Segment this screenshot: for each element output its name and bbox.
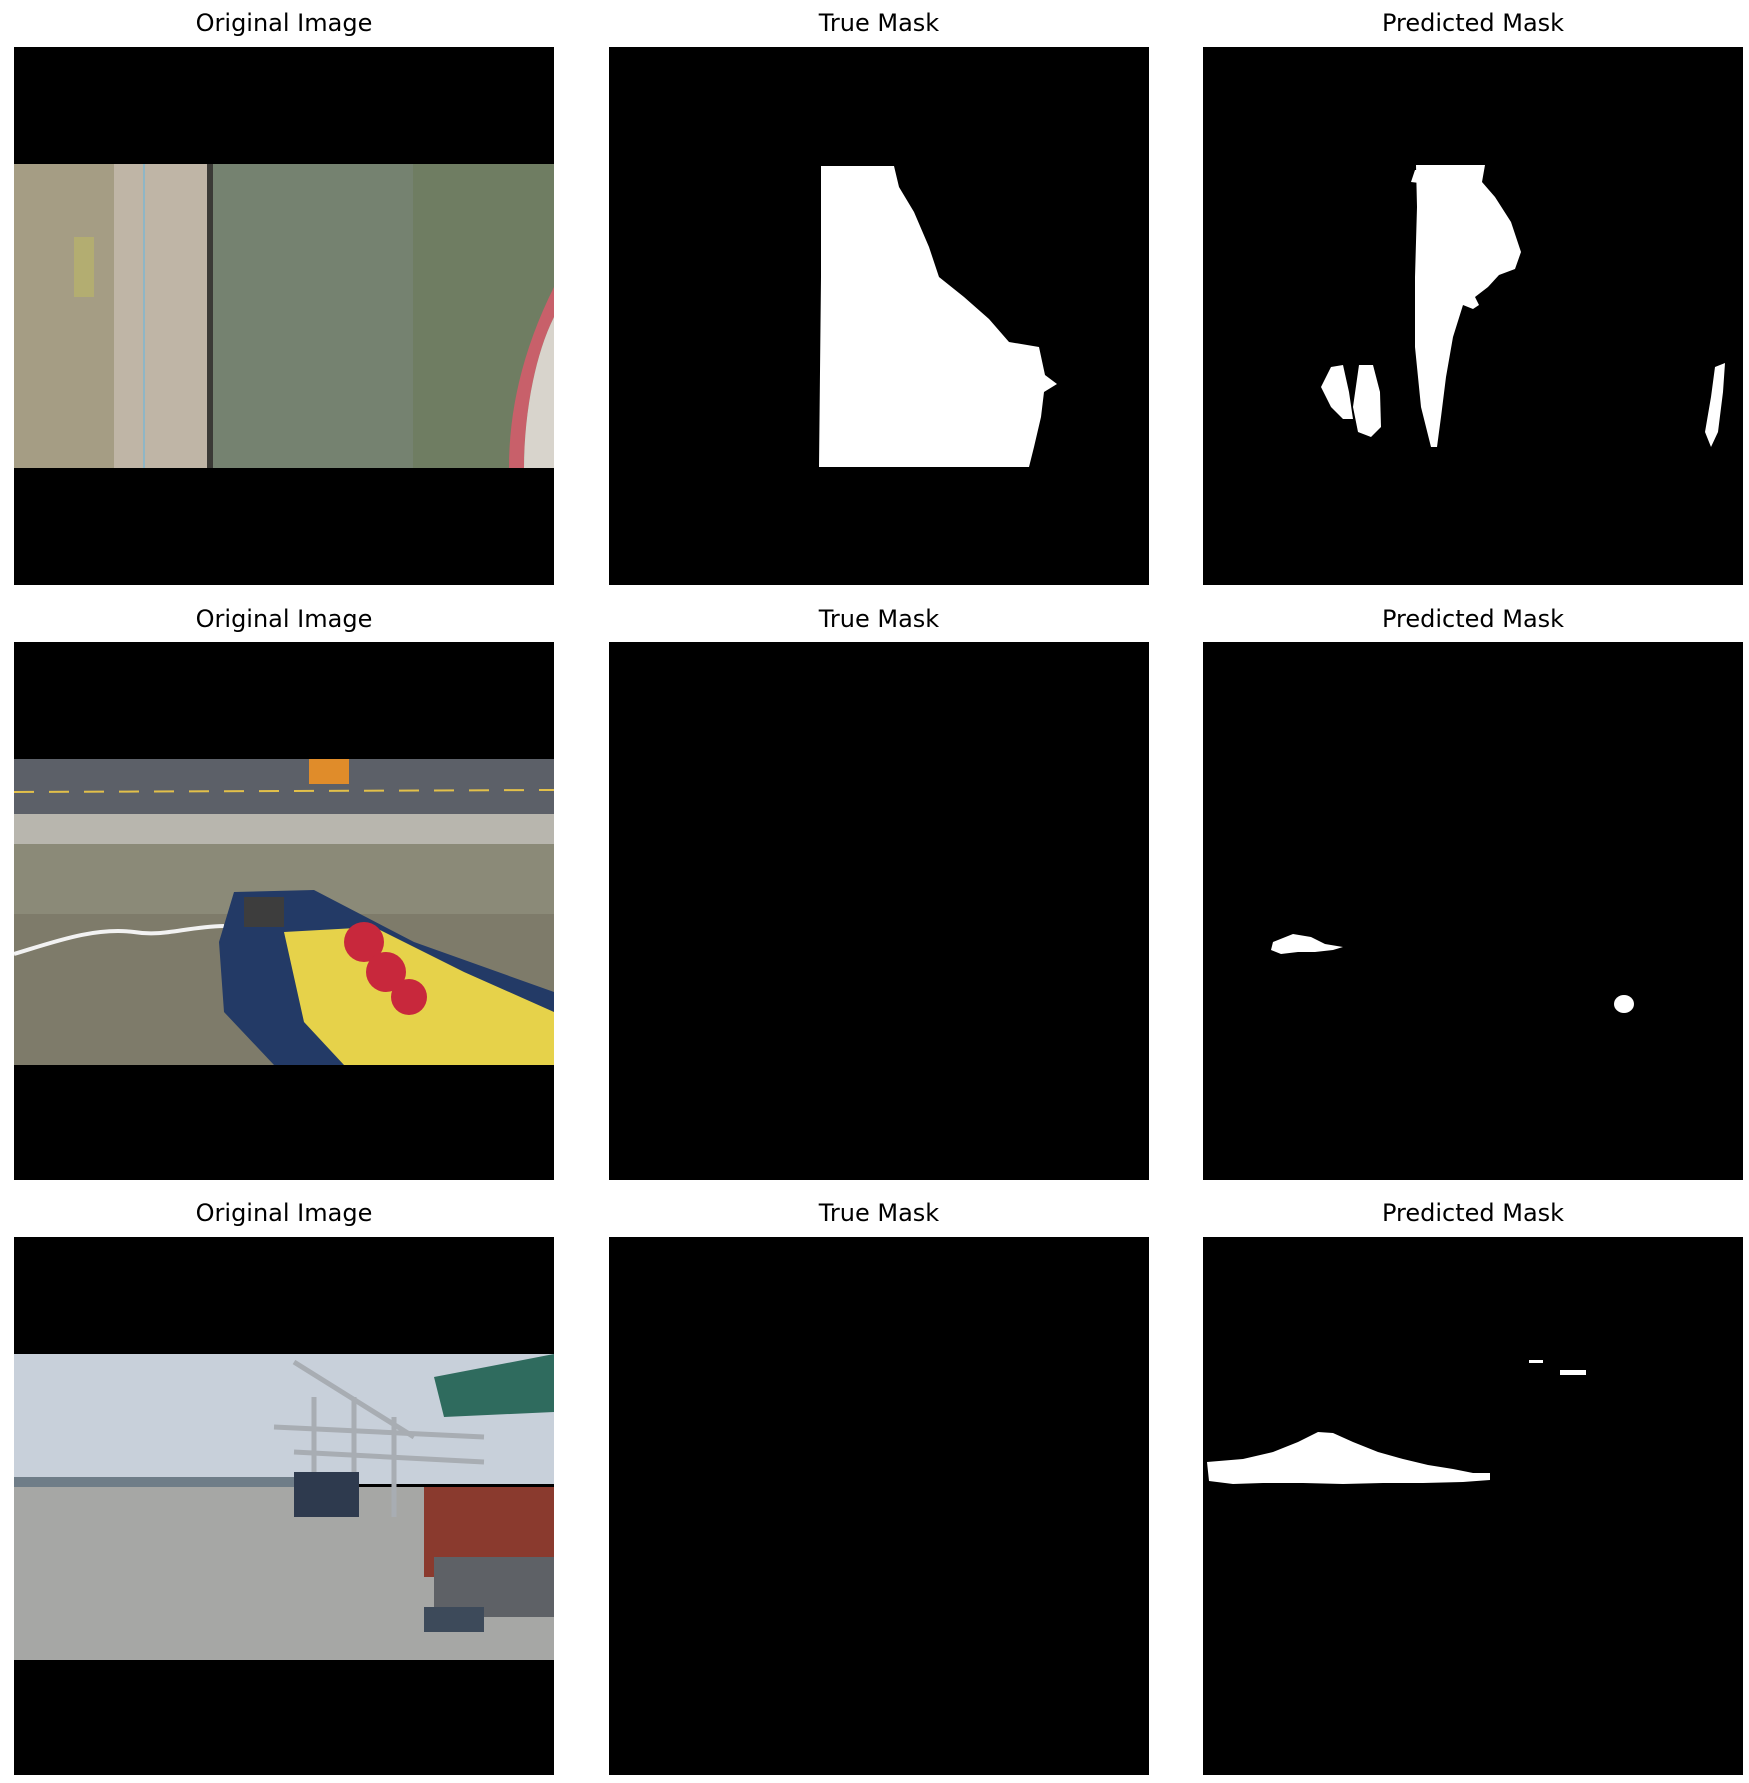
row3-predicted-mask-title: Predicted Mask: [1381, 1199, 1565, 1227]
row2-true-mask-title: True Mask: [818, 605, 940, 633]
row3-original-image: [14, 1237, 554, 1775]
row1-true-mask-title: True Mask: [818, 9, 940, 37]
true-mask-shape: [609, 47, 1149, 585]
row1-true-mask: [609, 47, 1149, 585]
row1-original-title: Original Image: [195, 9, 373, 37]
row3-original-title: Original Image: [195, 1199, 373, 1227]
row2-predicted-mask: [1203, 642, 1743, 1180]
row3-true-mask: [609, 1237, 1149, 1775]
row2-predicted-mask-title: Predicted Mask: [1381, 605, 1565, 633]
row2-true-mask: [609, 642, 1149, 1180]
row2-original-title: Original Image: [195, 605, 373, 633]
row1-original-image: [14, 47, 554, 585]
row3-predicted-mask: [1203, 1237, 1743, 1775]
row1-predicted-mask: [1203, 47, 1743, 585]
container-port-cranes-image: [14, 1237, 554, 1775]
true-mask-empty: [609, 642, 1149, 1180]
row1-predicted-mask-title: Predicted Mask: [1381, 9, 1565, 37]
aerial-quay-water-image: [14, 47, 554, 585]
row2-original-image: [14, 642, 554, 1180]
tugboat-at-quay-image: [14, 642, 554, 1180]
row3-true-mask-title: True Mask: [818, 1199, 940, 1227]
true-mask-empty: [609, 1237, 1149, 1775]
predicted-mask-shapes: [1203, 642, 1743, 1180]
predicted-mask-shapes: [1203, 47, 1743, 585]
predicted-mask-shapes: [1203, 1237, 1743, 1775]
